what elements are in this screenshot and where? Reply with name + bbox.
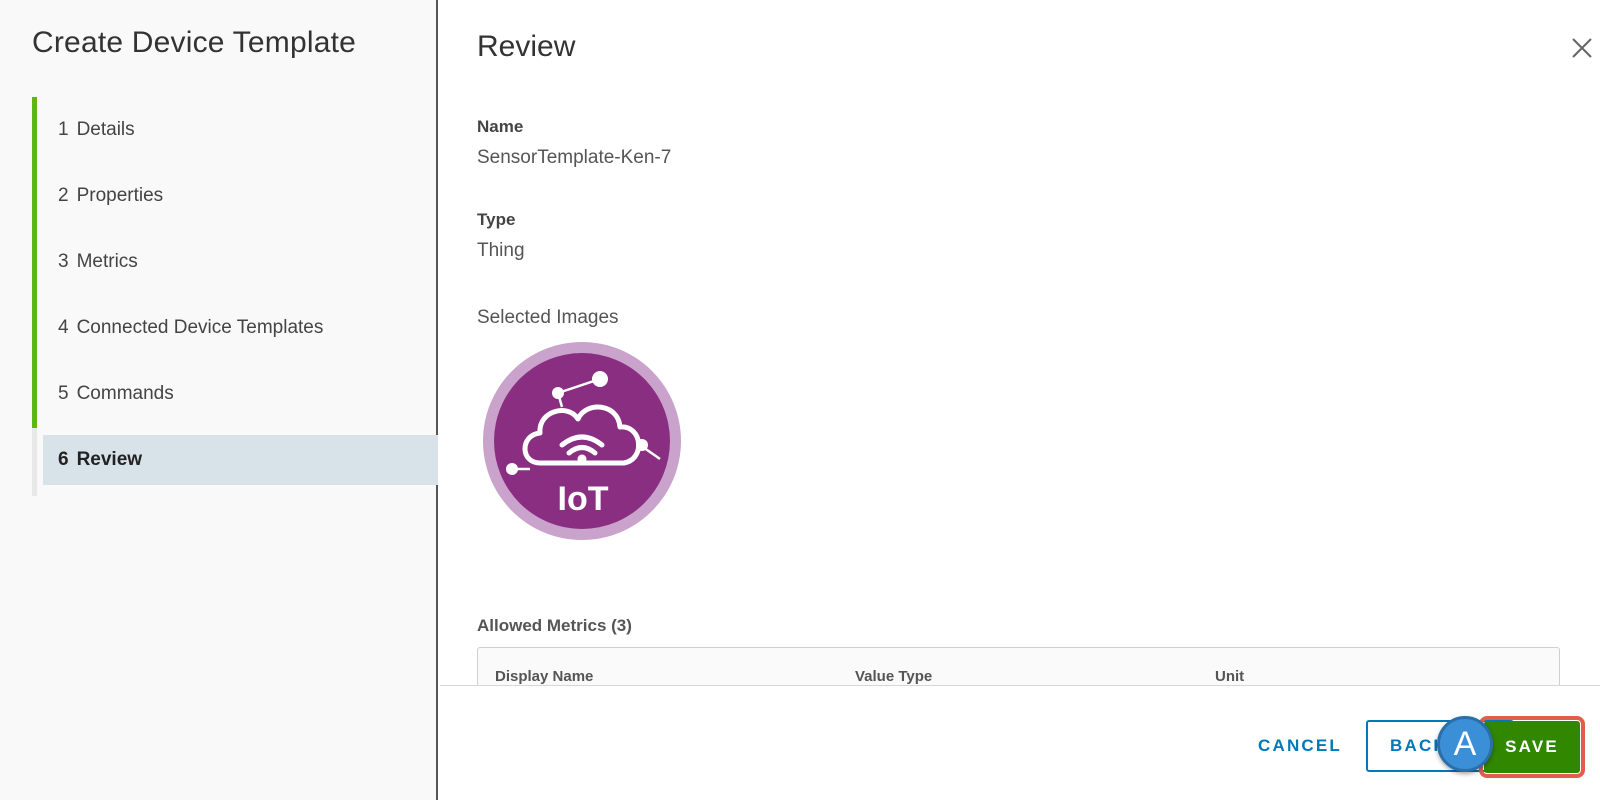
step-metrics[interactable]: 3 Metrics	[43, 229, 438, 295]
step-label: Review	[76, 449, 143, 470]
column-header-value-type: Value Type	[855, 668, 933, 685]
step-number: 2	[58, 185, 69, 206]
step-label: Details	[76, 119, 135, 140]
iot-image-text: IoT	[557, 480, 609, 518]
step-details[interactable]: 1 Details	[43, 97, 438, 163]
review-panel: Review Name SensorTemplate-Ken-7 Type Th…	[440, 0, 1600, 685]
selected-images-label: Selected Images	[477, 307, 619, 328]
step-label: Commands	[76, 383, 174, 404]
metrics-table: Display Name Value Type Unit	[477, 647, 1560, 685]
cancel-button[interactable]: CANCEL	[1248, 720, 1352, 772]
step-number: 4	[58, 317, 69, 338]
step-progress-complete	[32, 97, 37, 428]
type-label: Type	[477, 210, 516, 229]
step-number: 3	[58, 251, 69, 272]
step-properties[interactable]: 2 Properties	[43, 163, 438, 229]
column-header-display-name: Display Name	[495, 668, 594, 685]
step-label: Metrics	[76, 251, 138, 272]
wizard-footer: CANCEL BACK SAVE A	[440, 685, 1600, 800]
step-number: 6	[58, 449, 69, 470]
step-connected-device-templates[interactable]: 4 Connected Device Templates	[43, 295, 438, 361]
wizard-title: Create Device Template	[32, 26, 356, 59]
step-commands[interactable]: 5 Commands	[43, 361, 438, 427]
annotation-marker: A	[1437, 716, 1493, 772]
column-header-unit: Unit	[1215, 668, 1245, 685]
name-value: SensorTemplate-Ken-7	[477, 147, 672, 168]
step-label: Connected Device Templates	[76, 317, 324, 338]
save-button[interactable]: SAVE	[1479, 716, 1585, 778]
wizard-steps: 1 Details 2 Properties 3 Metrics 4 Conne…	[43, 97, 438, 485]
name-label: Name	[477, 117, 524, 136]
step-number: 1	[58, 119, 69, 140]
step-review[interactable]: 6 Review	[43, 435, 438, 485]
page-title: Review	[477, 30, 576, 63]
step-number: 5	[58, 383, 69, 404]
type-value: Thing	[477, 240, 525, 261]
wizard-sidebar: Create Device Template 1 Details 2 Prope…	[0, 0, 438, 800]
allowed-metrics-label: Allowed Metrics (3)	[477, 616, 632, 635]
step-label: Properties	[76, 185, 164, 206]
close-icon[interactable]	[1570, 36, 1594, 60]
